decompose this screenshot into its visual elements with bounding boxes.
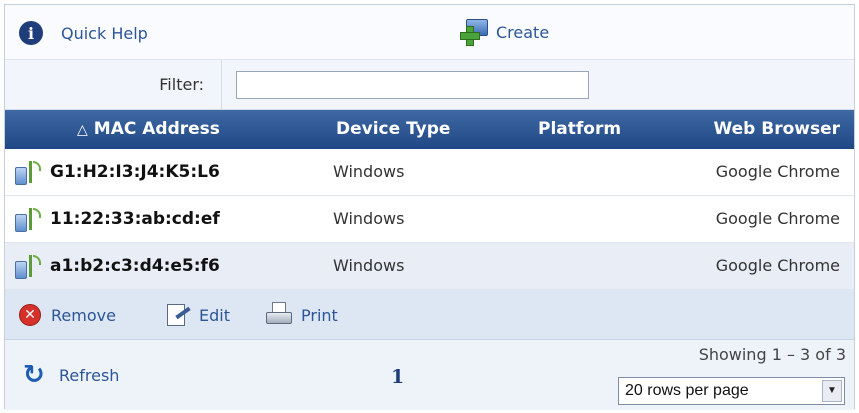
column-header-mac-address[interactable]: △ MAC Address bbox=[77, 110, 220, 149]
table-header: △ MAC Address Device Type Platform Web Br… bbox=[5, 110, 854, 149]
edit-label: Edit bbox=[199, 305, 230, 325]
refresh-label: Refresh bbox=[59, 365, 120, 385]
table-row[interactable]: G1:H2:I3:J4:K5:L6 Windows Google Chrome bbox=[5, 149, 854, 196]
remove-icon: ✕ bbox=[19, 304, 41, 326]
top-toolbar: i Quick Help Create bbox=[5, 5, 854, 60]
wireless-device-icon bbox=[15, 255, 43, 279]
chevron-down-icon: ▼ bbox=[822, 380, 842, 402]
filter-label: Filter: bbox=[159, 75, 204, 94]
mac-address-header-label: MAC Address bbox=[93, 119, 220, 139]
create-label: Create bbox=[496, 22, 550, 42]
filter-divider bbox=[221, 60, 222, 109]
table-row[interactable]: 11:22:33:ab:cd:ef Windows Google Chrome bbox=[5, 196, 854, 243]
device-type-cell: Windows bbox=[333, 209, 405, 228]
device-type-cell: Windows bbox=[333, 256, 405, 275]
device-type-cell: Windows bbox=[333, 162, 405, 181]
mac-address-cell: a1:b2:c3:d4:e5:f6 bbox=[50, 256, 220, 276]
wireless-device-icon bbox=[15, 208, 43, 232]
info-icon: i bbox=[19, 21, 43, 45]
table-row[interactable]: a1:b2:c3:d4:e5:f6 Windows Google Chrome bbox=[5, 243, 854, 290]
edit-icon bbox=[165, 303, 191, 327]
rows-per-page-value: 20 rows per page bbox=[625, 382, 749, 399]
wireless-device-icon bbox=[15, 161, 43, 185]
print-label: Print bbox=[301, 305, 338, 325]
refresh-button[interactable]: ↻ Refresh bbox=[23, 362, 119, 388]
remove-button[interactable]: ✕ Remove bbox=[19, 290, 116, 340]
rows-per-page-select[interactable]: 20 rows per page ▼ bbox=[618, 377, 845, 405]
quick-help-label: Quick Help bbox=[61, 23, 148, 43]
mac-address-cell: 11:22:33:ab:cd:ef bbox=[50, 209, 220, 229]
filter-row: Filter: bbox=[5, 60, 854, 110]
column-header-platform[interactable]: Platform bbox=[538, 110, 621, 149]
print-icon bbox=[265, 302, 293, 328]
actions-bar: ✕ Remove Edit Print bbox=[5, 290, 854, 340]
device-list-panel: i Quick Help Create Filter: △ MAC Address… bbox=[4, 4, 855, 410]
mac-address-cell: G1:H2:I3:J4:K5:L6 bbox=[50, 162, 220, 182]
column-header-web-browser[interactable]: Web Browser bbox=[713, 110, 840, 149]
quick-help-link[interactable]: i Quick Help bbox=[19, 21, 148, 45]
web-browser-cell: Google Chrome bbox=[715, 256, 840, 275]
showing-count: Showing 1 – 3 of 3 bbox=[698, 345, 846, 364]
column-header-device-type[interactable]: Device Type bbox=[336, 110, 450, 149]
edit-button[interactable]: Edit bbox=[165, 290, 230, 340]
filter-input[interactable] bbox=[236, 71, 589, 99]
web-browser-cell: Google Chrome bbox=[715, 162, 840, 181]
web-browser-cell: Google Chrome bbox=[715, 209, 840, 228]
refresh-icon: ↻ bbox=[23, 360, 45, 390]
page-number-link[interactable]: 1 bbox=[391, 366, 404, 388]
print-button[interactable]: Print bbox=[265, 290, 338, 340]
create-button[interactable]: Create bbox=[460, 19, 550, 46]
pagination-footer: ↻ Refresh 1 Showing 1 – 3 of 3 20 rows p… bbox=[5, 340, 854, 410]
sort-ascending-icon: △ bbox=[77, 122, 88, 138]
remove-label: Remove bbox=[51, 305, 116, 325]
create-device-icon bbox=[460, 19, 490, 46]
